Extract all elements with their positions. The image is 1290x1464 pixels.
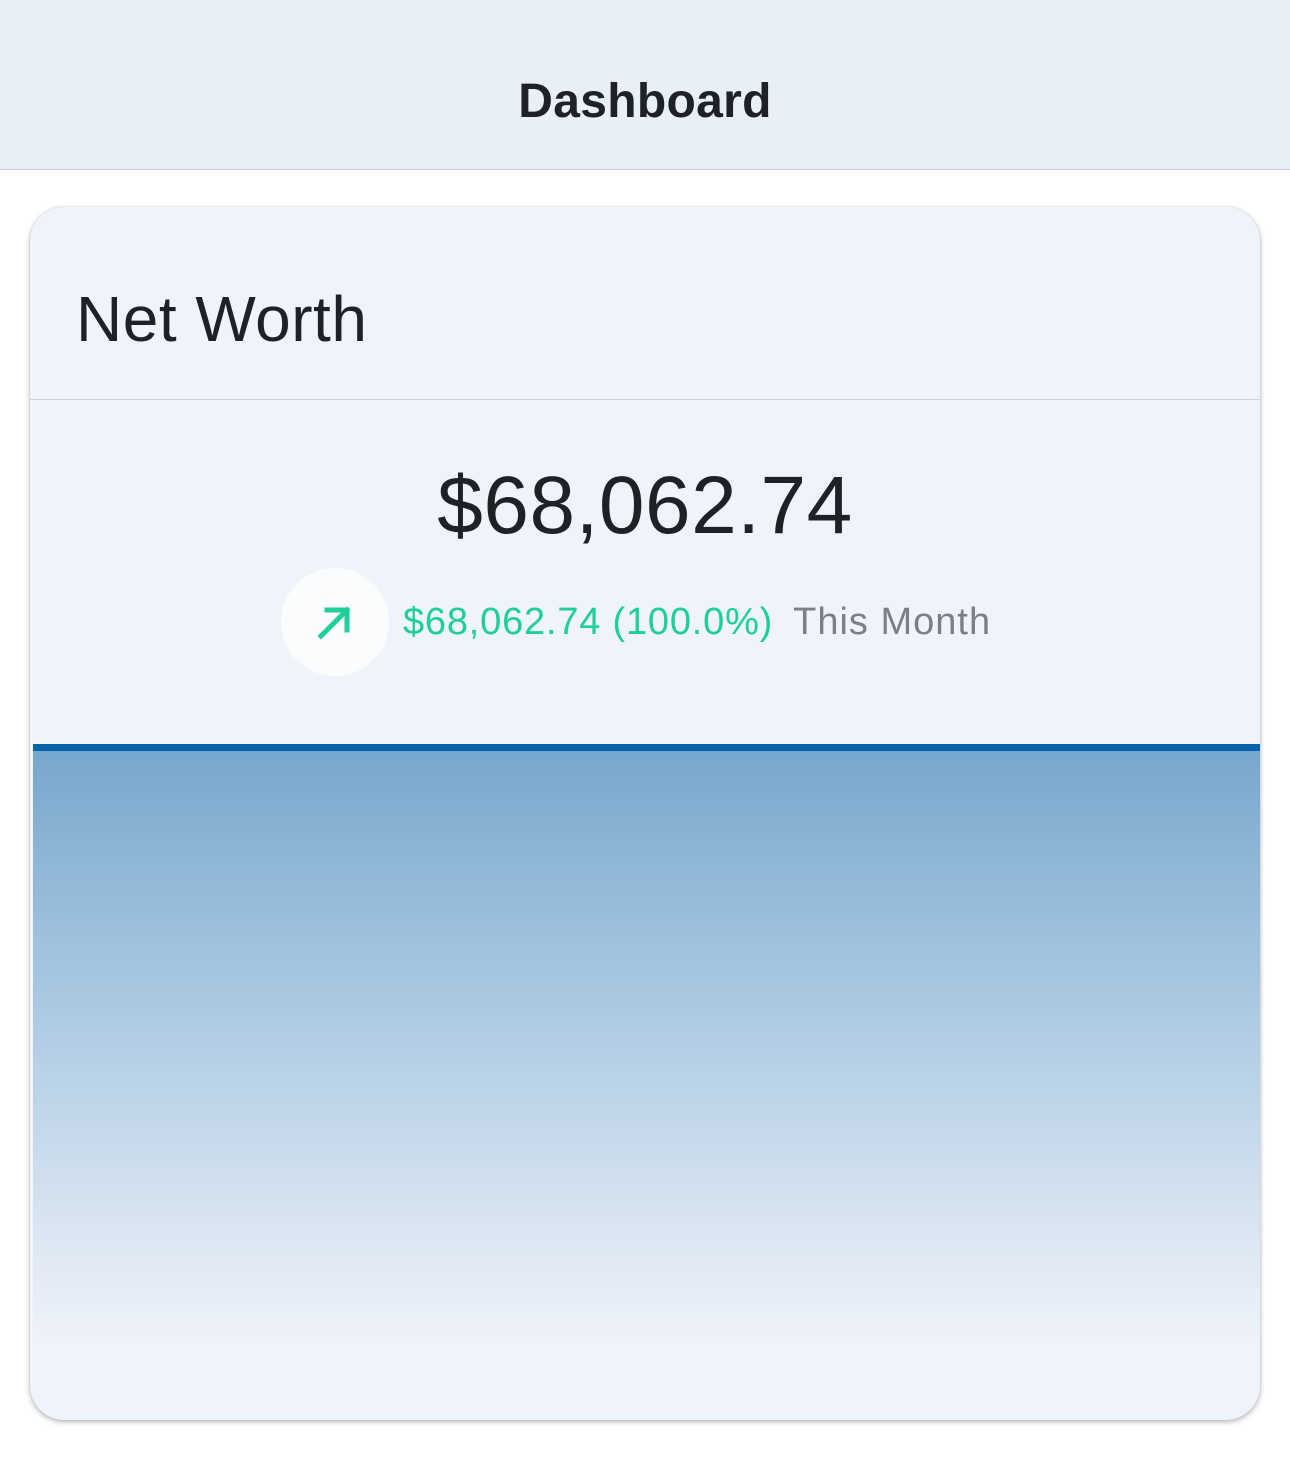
net-worth-amount: $68,062.74 bbox=[437, 460, 853, 551]
change-summary: $68,062.74 (100.0%) This Month bbox=[281, 568, 991, 676]
card-header: Net Worth bbox=[30, 207, 1260, 400]
top-navigation-bar: Dashboard bbox=[0, 0, 1290, 170]
net-worth-chart-area[interactable] bbox=[33, 744, 1260, 1344]
net-worth-chart-line bbox=[33, 744, 1260, 751]
card-title: Net Worth bbox=[76, 283, 368, 355]
change-value: $68,062.74 (100.0%) bbox=[403, 600, 774, 643]
page-title: Dashboard bbox=[518, 75, 772, 128]
change-period: This Month bbox=[793, 600, 992, 643]
arrow-up-right-icon bbox=[317, 606, 351, 640]
trend-indicator bbox=[281, 568, 389, 676]
net-worth-card[interactable]: Net Worth $68,062.74 $68,062.74 (100.0%)… bbox=[30, 207, 1260, 1420]
